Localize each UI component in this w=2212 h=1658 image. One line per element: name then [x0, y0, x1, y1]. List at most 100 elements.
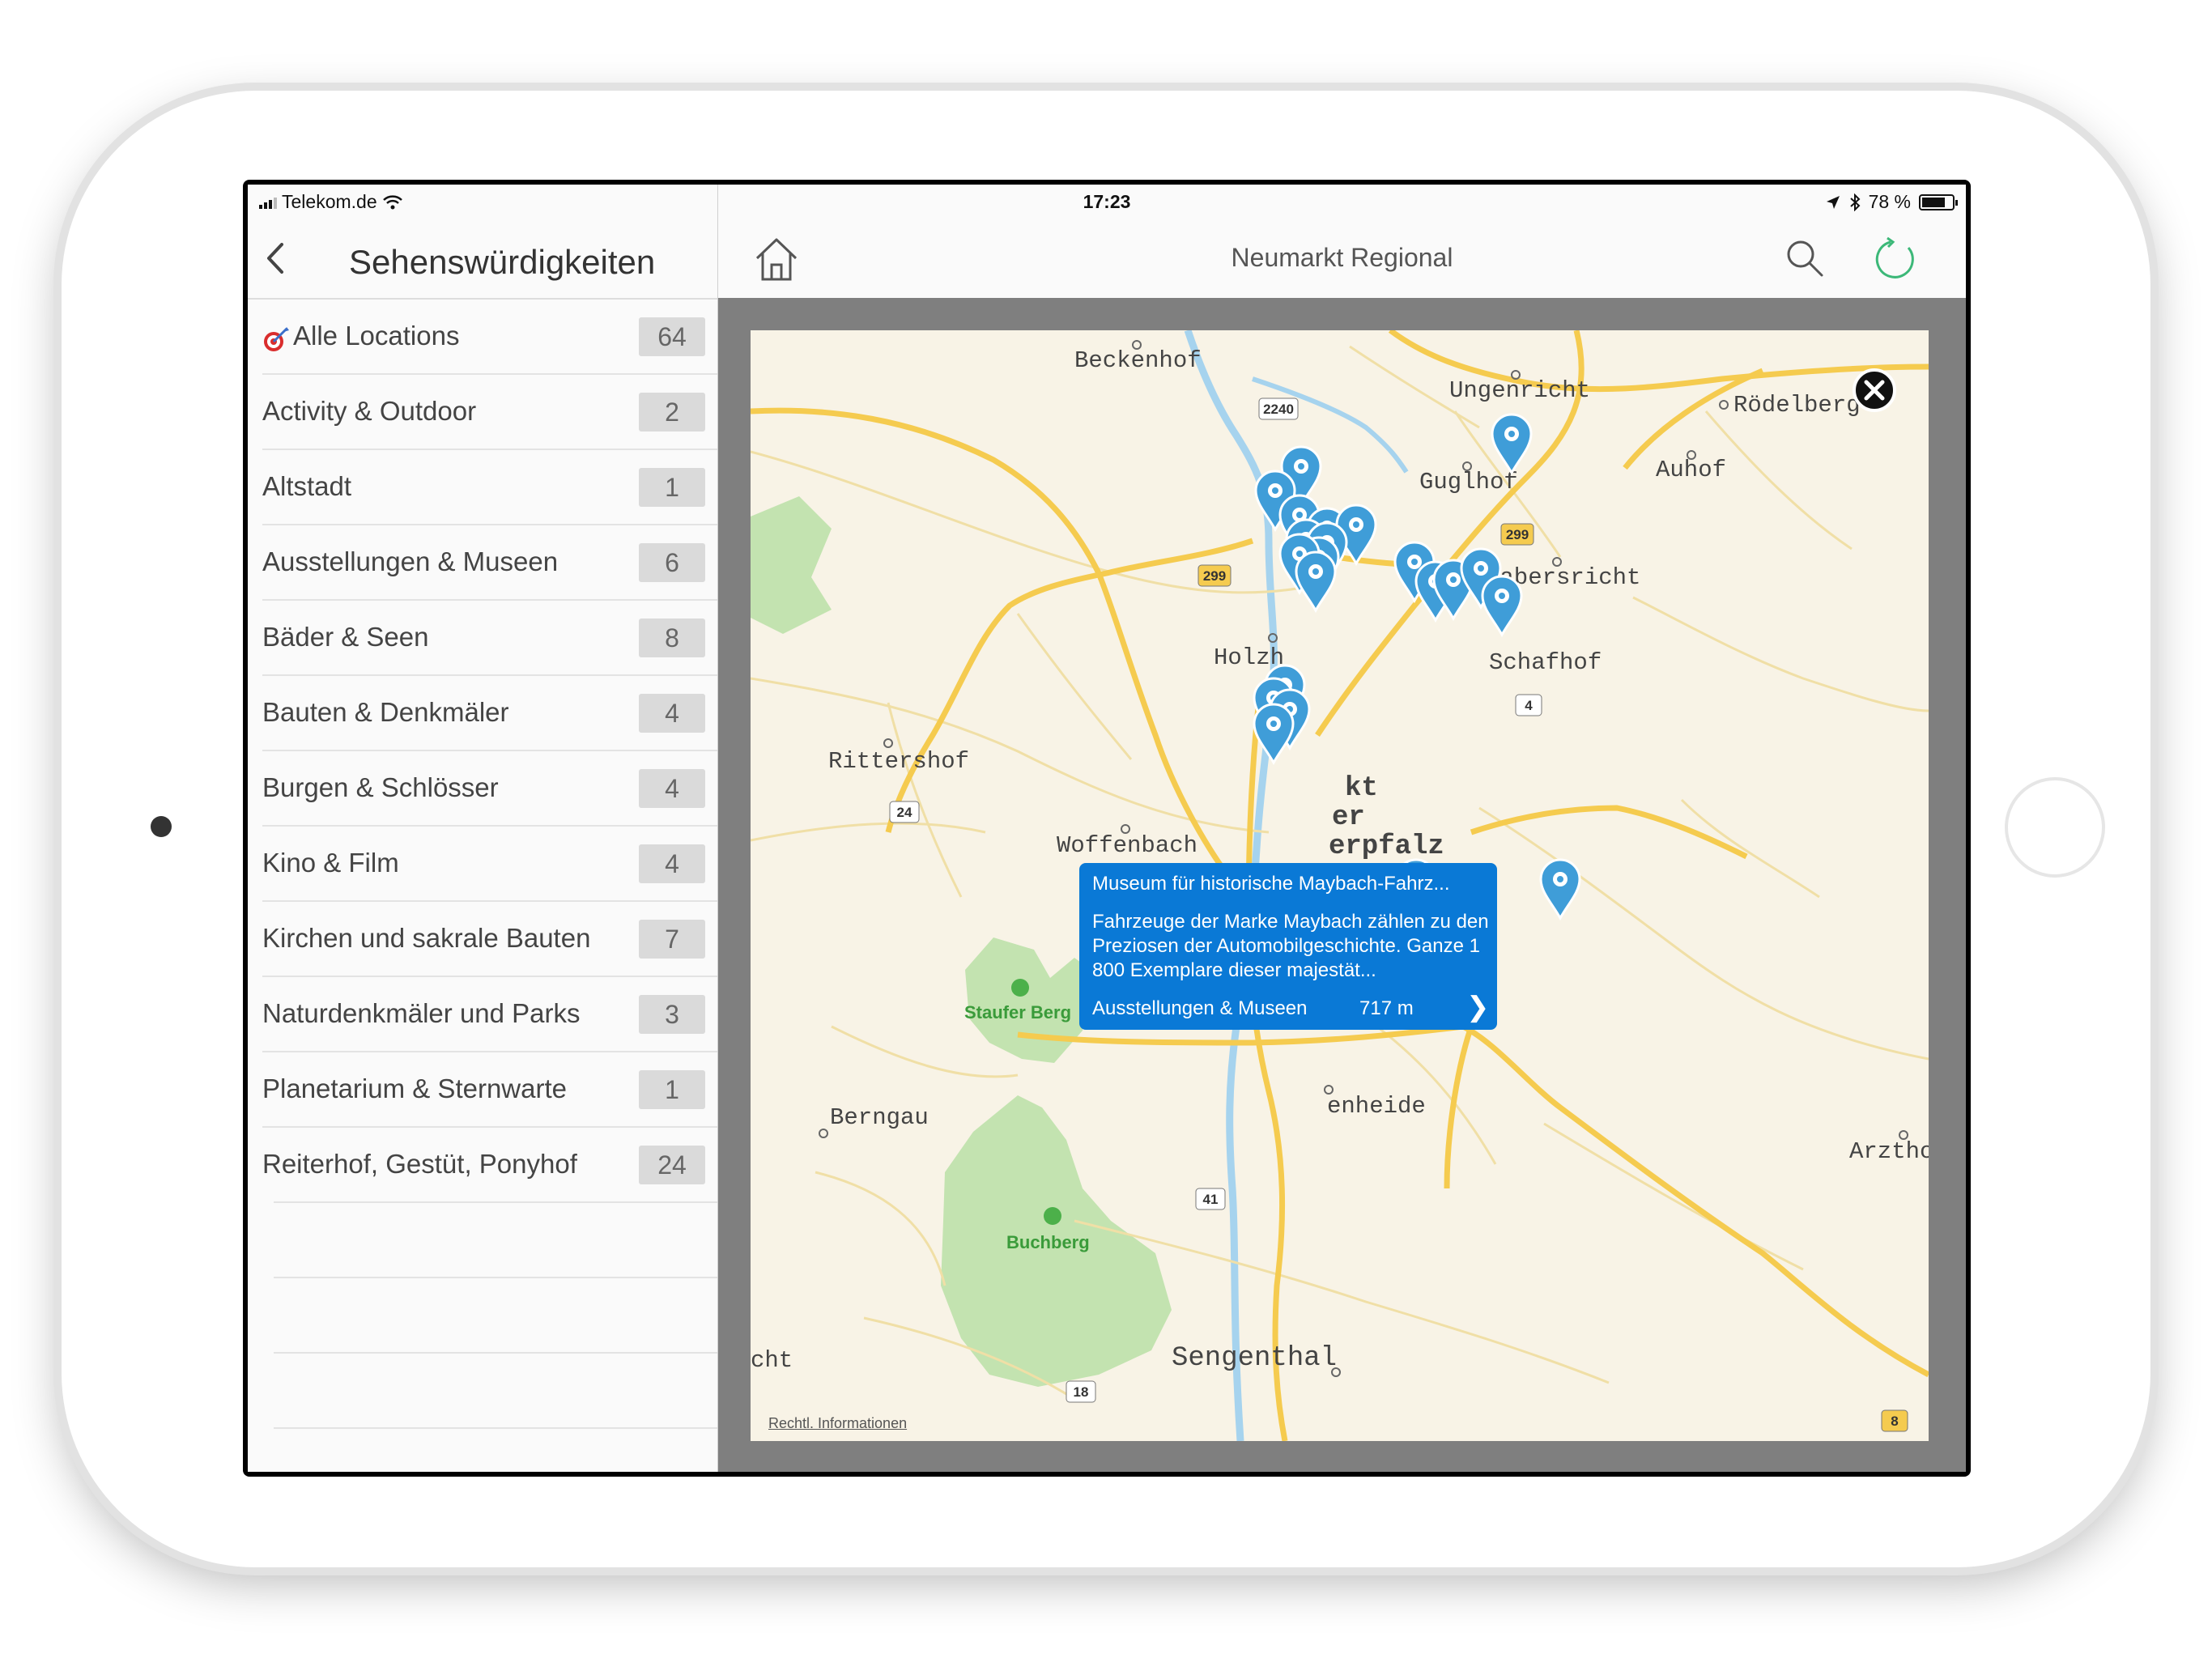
- chevron-right-icon[interactable]: ❯: [1466, 991, 1490, 1023]
- category-label: Naturdenkmäler und Parks: [262, 998, 581, 1028]
- count-badge: 4: [639, 694, 705, 733]
- count-badge: 1: [639, 468, 705, 507]
- clock: 17:23: [1083, 191, 1131, 212]
- screen: Sehenswürdigkeiten Alle Locations 64 Act…: [243, 180, 1971, 1477]
- category-label: Ausstellungen & Museen: [262, 546, 559, 576]
- category-item-kirchen[interactable]: Kirchen und sakrale Bauten 7: [248, 902, 717, 977]
- front-camera: [151, 816, 172, 837]
- location-callout[interactable]: Museum für historische Maybach-Fahrz... …: [1079, 863, 1497, 1030]
- refresh-icon: [1875, 236, 1914, 278]
- category-item-altstadt[interactable]: Altstadt 1: [248, 450, 717, 525]
- screen-content: Sehenswürdigkeiten Alle Locations 64 Act…: [248, 185, 1966, 1472]
- count-badge: 3: [639, 995, 705, 1034]
- close-icon: [1853, 368, 1896, 412]
- category-label: Burgen & Schlösser: [262, 772, 499, 802]
- category-item-bauten-denkmaeler[interactable]: Bauten & Denkmäler 4: [248, 676, 717, 751]
- category-item-kino-film[interactable]: Kino & Film 4: [248, 827, 717, 902]
- road-label-4: 4: [1525, 698, 1533, 713]
- place-label: Rödelberg: [1733, 392, 1861, 419]
- place-label: Schafhof: [1489, 649, 1602, 676]
- map-pin-icon[interactable]: [1536, 857, 1585, 921]
- map-pin-icon[interactable]: [1249, 701, 1298, 766]
- legal-link[interactable]: Rechtl. Informationen: [768, 1415, 907, 1432]
- map-close-button[interactable]: [1852, 368, 1897, 413]
- category-label: Bäder & Seen: [262, 622, 429, 652]
- park-staufer-berg: [965, 937, 1091, 1063]
- search-button[interactable]: [1784, 238, 1825, 278]
- callout-category: Ausstellungen & Museen: [1092, 997, 1308, 1019]
- category-label: Kirchen und sakrale Bauten: [262, 923, 591, 953]
- count-badge: 6: [639, 543, 705, 582]
- place-label-buchberg: Buchberg: [1006, 1232, 1090, 1252]
- category-label: Bauten & Denkmäler: [262, 697, 509, 727]
- target-icon: [264, 327, 289, 351]
- road-label-24: 24: [897, 805, 912, 820]
- back-button[interactable]: [259, 238, 291, 278]
- place-label: Woffenbach: [1057, 832, 1197, 859]
- road-label-299: 299: [1203, 568, 1226, 584]
- main-header: Neumarkt Regional: [718, 217, 1966, 298]
- category-item-reiterhof[interactable]: Reiterhof, Gestüt, Ponyhof 24: [248, 1128, 717, 1203]
- road-label-8: 8: [1891, 1414, 1898, 1429]
- map-container: 2240 299 299 4 24 41 18 8 Beckenhof Unge…: [718, 298, 1966, 1472]
- count-badge: 4: [639, 769, 705, 808]
- canal: [1252, 376, 1409, 474]
- battery-icon: [1919, 193, 1958, 210]
- category-label: Altstadt: [262, 471, 352, 501]
- map-pin-icon[interactable]: [1487, 411, 1536, 476]
- place-label: Auhof: [1656, 457, 1726, 483]
- empty-row: [248, 1203, 717, 1278]
- callout-distance: 717 m: [1359, 997, 1414, 1019]
- place-label: Sengenthal: [1172, 1343, 1337, 1374]
- category-item-ausstellungen-museen[interactable]: Ausstellungen & Museen 6: [248, 525, 717, 601]
- home-button[interactable]: [2005, 777, 2105, 878]
- count-badge: 7: [639, 920, 705, 959]
- category-list: Alle Locations 64 Activity & Outdoor 2 A…: [248, 300, 717, 1472]
- empty-row: [248, 1278, 717, 1354]
- category-label: Alle Locations: [293, 321, 460, 351]
- sidebar-title: Sehenswürdigkeiten: [349, 243, 656, 281]
- count-badge: 2: [639, 393, 705, 432]
- map-pin-icon[interactable]: [1291, 549, 1340, 614]
- place-label: Arztho: [1849, 1138, 1929, 1165]
- status-bar: Telekom.de 17:23 78 %: [248, 185, 1966, 217]
- count-badge: 64: [639, 317, 705, 356]
- category-item-burgen-schloesser[interactable]: Burgen & Schlösser 4: [248, 751, 717, 827]
- category-item-planetarium[interactable]: Planetarium & Sternwarte 1: [248, 1052, 717, 1128]
- category-label: Reiterhof, Gestüt, Ponyhof: [262, 1149, 577, 1179]
- header-title: Neumarkt Regional: [1231, 243, 1453, 272]
- sidebar-header: Sehenswürdigkeiten: [248, 217, 717, 300]
- empty-row: [248, 1429, 717, 1472]
- place-label: enheide: [1327, 1093, 1426, 1120]
- road-label-2240: 2240: [1263, 402, 1294, 417]
- place-label-neumarkt: kt: [1345, 773, 1378, 804]
- map-view[interactable]: 2240 299 299 4 24 41 18 8 Beckenhof Unge…: [751, 330, 1929, 1441]
- category-label: Kino & Film: [262, 848, 399, 878]
- callout-title: Museum für historische Maybach-Fahrz...: [1092, 873, 1450, 895]
- search-icon: [1787, 240, 1823, 277]
- status-right: 78 %: [1825, 191, 1958, 213]
- category-item-naturdenkmaeler[interactable]: Naturdenkmäler und Parks 3: [248, 977, 717, 1052]
- category-item-alle-locations[interactable]: Alle Locations 64: [248, 300, 717, 375]
- callout-description: Fahrzeuge der Marke Maybach zählen zu de…: [1092, 911, 1489, 981]
- place-label: Rittershof: [828, 748, 969, 775]
- battery-percent: 78 %: [1868, 191, 1911, 212]
- place-label: Beckenhof: [1074, 347, 1202, 374]
- place-label: cht: [751, 1347, 793, 1374]
- place-label-staufer-berg: Staufer Berg: [964, 1002, 1071, 1022]
- place-label-neumarkt: er: [1332, 802, 1365, 833]
- category-item-activity-outdoor[interactable]: Activity & Outdoor 2: [248, 375, 717, 450]
- count-badge: 1: [639, 1070, 705, 1109]
- category-label: Planetarium & Sternwarte: [262, 1073, 568, 1103]
- map-pin-icon[interactable]: [1478, 573, 1526, 638]
- bluetooth-icon: [1849, 193, 1861, 211]
- category-item-baeder-seen[interactable]: Bäder & Seen 8: [248, 601, 717, 676]
- empty-row: [248, 1354, 717, 1429]
- place-labels: Beckenhof Ungenricht Rödelberg Auhof Gug…: [751, 340, 1929, 1377]
- place-label: Ungenricht: [1449, 377, 1590, 404]
- sidebar: Sehenswürdigkeiten Alle Locations 64 Act…: [248, 185, 718, 1472]
- road-label-299: 299: [1506, 527, 1529, 542]
- chevron-left-icon: [267, 243, 283, 274]
- category-label: Activity & Outdoor: [262, 396, 477, 426]
- refresh-button[interactable]: [1873, 236, 1918, 282]
